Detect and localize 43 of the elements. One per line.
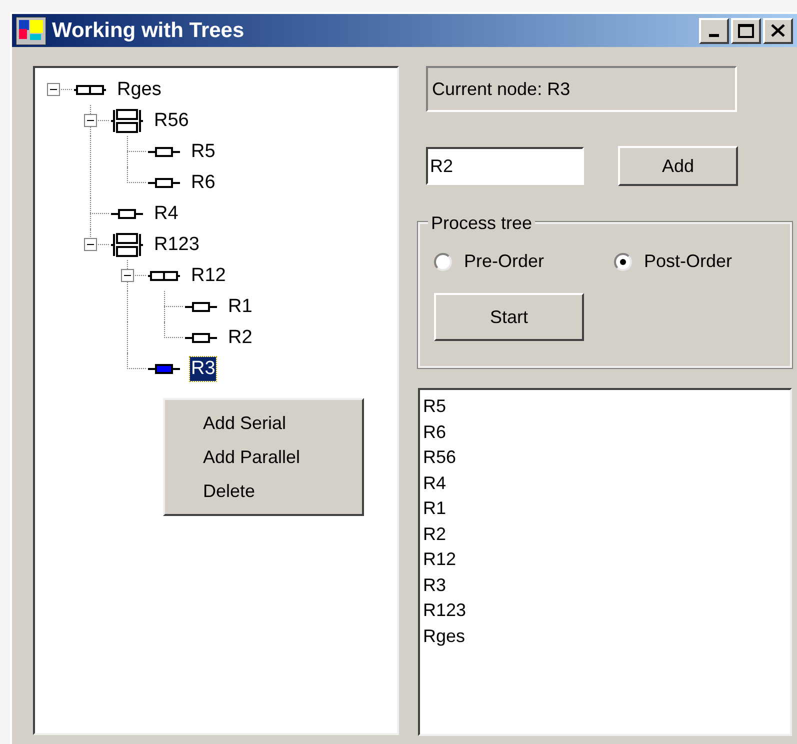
tree-node-label[interactable]: R6 [190, 170, 216, 194]
list-item[interactable]: R4 [423, 470, 787, 496]
list-item[interactable]: R123 [423, 598, 787, 624]
current-node-label: Current node: R3 [432, 78, 570, 100]
list-item[interactable]: R12 [423, 547, 787, 572]
radio-button[interactable] [434, 252, 452, 270]
menu-item[interactable]: Add Parallel [165, 440, 362, 474]
parallel-resistors-icon [109, 106, 145, 134]
list-item[interactable]: R6 [423, 420, 787, 445]
list-item[interactable]: R2 [423, 522, 787, 547]
close-icon [771, 24, 785, 37]
tree-node-label[interactable]: R123 [153, 232, 200, 256]
tree-node-label[interactable]: R4 [153, 202, 180, 226]
name-field[interactable]: R2 [426, 147, 584, 185]
radio-button[interactable] [614, 252, 632, 270]
list-item[interactable]: R1 [423, 496, 787, 522]
list-item[interactable]: Rges [423, 624, 787, 649]
radio-label[interactable]: Post-Order [644, 248, 732, 275]
maximize-button[interactable] [731, 18, 761, 44]
menu-item[interactable]: Delete [165, 474, 362, 508]
tree-node-label[interactable]: R2 [227, 326, 254, 350]
collapse-toggle[interactable] [84, 238, 97, 251]
tree-node-label[interactable]: R3 [190, 356, 216, 380]
app-icon [16, 16, 46, 44]
window-title: Working with Trees [52, 18, 244, 44]
menu-item[interactable]: Add Serial [165, 406, 362, 440]
list-item[interactable]: R3 [423, 572, 787, 598]
collapse-toggle[interactable] [84, 114, 97, 127]
list-item[interactable]: R56 [423, 445, 787, 470]
tree-node-label[interactable]: R12 [190, 264, 227, 288]
close-button[interactable] [763, 18, 793, 44]
tree-node-label[interactable]: Rges [116, 78, 162, 102]
parallel-resistors-icon [109, 230, 145, 258]
add-button[interactable]: Add [618, 146, 738, 186]
radio-label[interactable]: Pre-Order [464, 248, 544, 275]
collapse-toggle[interactable] [121, 269, 134, 282]
tree-node-label[interactable]: R56 [153, 108, 190, 132]
tree-node-label[interactable]: R1 [227, 294, 254, 318]
tree-node-label[interactable]: R5 [190, 140, 216, 164]
start-button[interactable]: Start [434, 293, 584, 341]
minimize-button[interactable] [699, 18, 729, 44]
list-item[interactable]: R5 [423, 394, 787, 420]
collapse-toggle[interactable] [47, 83, 60, 96]
